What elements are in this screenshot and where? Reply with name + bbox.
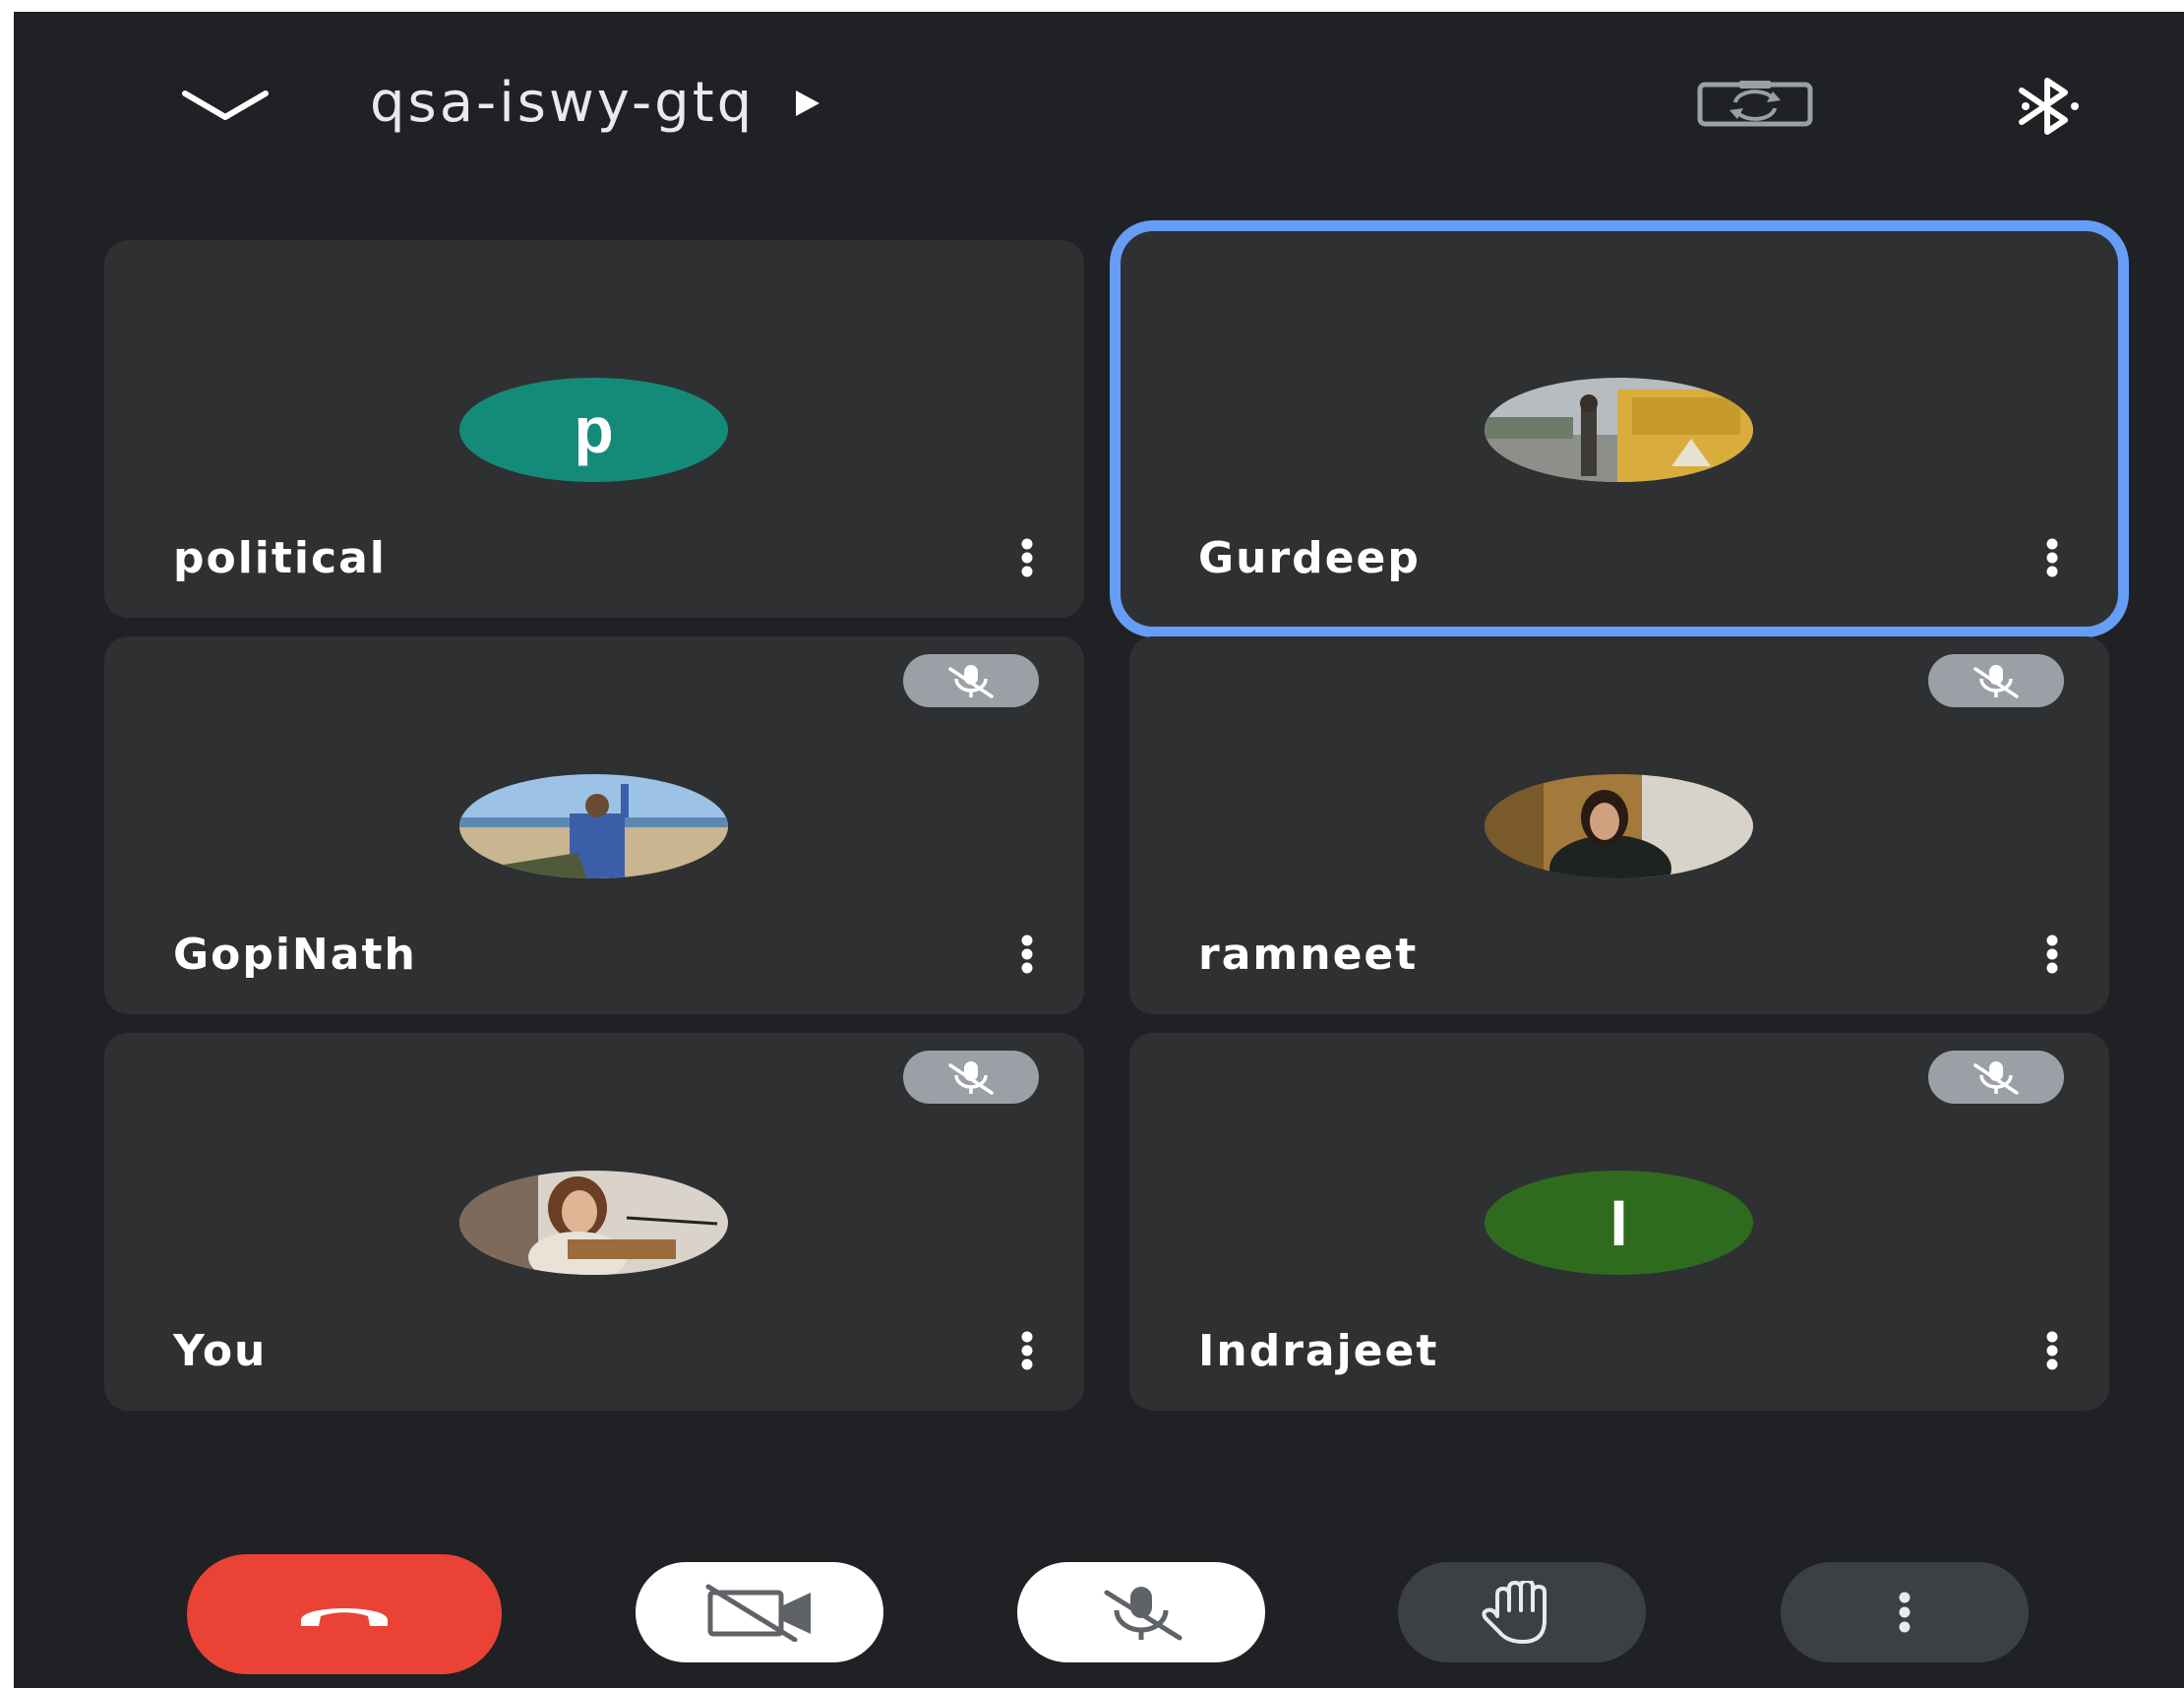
hand-icon: [1482, 1581, 1547, 1644]
avatar-letter: I: [1609, 1186, 1628, 1259]
participant-menu-button[interactable]: [1009, 530, 1045, 585]
avatar-photo: [459, 1171, 728, 1275]
avatar: [1485, 378, 1753, 482]
end-call-button[interactable]: [187, 1554, 502, 1674]
participant-name: political: [173, 533, 387, 583]
mic-off-icon: [948, 1061, 994, 1095]
more-vert-icon: [1021, 934, 1033, 974]
mic-off-icon: [1973, 665, 2019, 698]
participant-tile-political[interactable]: p political: [104, 240, 1084, 618]
participant-name: GopiNath: [173, 930, 417, 980]
avatar-photo: [1485, 378, 1753, 482]
play-arrow-icon: [794, 87, 827, 120]
switch-camera-button[interactable]: [1691, 69, 1819, 138]
participant-tile-indrajeet[interactable]: I Indrajeet: [1129, 1033, 2109, 1411]
avatar: [459, 774, 728, 878]
audio-output-button[interactable]: [1996, 67, 2104, 146]
mic-off-icon: [948, 665, 994, 698]
participant-menu-button[interactable]: [1009, 927, 1045, 982]
participant-tile-ramneet[interactable]: ramneet: [1129, 636, 2109, 1014]
participant-menu-button[interactable]: [2034, 927, 2070, 982]
more-vert-icon: [1021, 538, 1033, 577]
bluetooth-icon: [2019, 78, 2079, 135]
avatar-photo: [1485, 774, 1753, 878]
camera-toggle-button[interactable]: [636, 1562, 883, 1662]
more-vert-icon: [2046, 1331, 2058, 1370]
participant-menu-button[interactable]: [2034, 1323, 2070, 1378]
meeting-title[interactable]: qsa-iswy-gtq: [370, 59, 827, 148]
avatar: [459, 1171, 728, 1275]
phone-hangup-icon: [301, 1608, 388, 1626]
avatar: [1485, 774, 1753, 878]
mic-off-icon: [1973, 1061, 2019, 1095]
mic-toggle-button[interactable]: [1017, 1562, 1265, 1662]
collapse-button[interactable]: [171, 71, 279, 140]
avatar-photo: [459, 774, 728, 878]
more-vert-icon: [1021, 1331, 1033, 1370]
participant-name: ramneet: [1198, 930, 1419, 980]
muted-badge: [1928, 654, 2064, 707]
more-vert-icon: [2046, 934, 2058, 974]
participant-menu-button[interactable]: [2034, 530, 2070, 585]
meet-call-screen: qsa-iswy-gtq p political Gurdeep GopiNat…: [14, 12, 2184, 1688]
muted-badge: [903, 654, 1039, 707]
participant-tile-gopinath[interactable]: GopiNath: [104, 636, 1084, 1014]
avatar: I: [1485, 1171, 1753, 1275]
chevron-down-icon: [182, 90, 269, 120]
more-vert-icon: [2046, 538, 2058, 577]
muted-badge: [903, 1051, 1039, 1104]
videocam-off-icon: [705, 1584, 811, 1642]
participant-name: You: [173, 1326, 268, 1376]
participant-name: Indrajeet: [1198, 1326, 1439, 1376]
participant-menu-button[interactable]: [1009, 1323, 1045, 1378]
raise-hand-button[interactable]: [1398, 1562, 1646, 1662]
avatar-letter: p: [574, 393, 614, 466]
more-options-button[interactable]: [1781, 1562, 2029, 1662]
muted-badge: [1928, 1051, 2064, 1104]
avatar: p: [459, 378, 728, 482]
mic-off-icon: [1104, 1587, 1183, 1641]
participant-name: Gurdeep: [1198, 533, 1421, 583]
switch-camera-icon: [1697, 81, 1813, 127]
participant-tile-you[interactable]: You: [104, 1033, 1084, 1411]
more-vert-icon: [1899, 1592, 1911, 1633]
meeting-code: qsa-iswy-gtq: [370, 71, 756, 135]
participant-tile-gurdeep[interactable]: Gurdeep: [1129, 240, 2109, 618]
